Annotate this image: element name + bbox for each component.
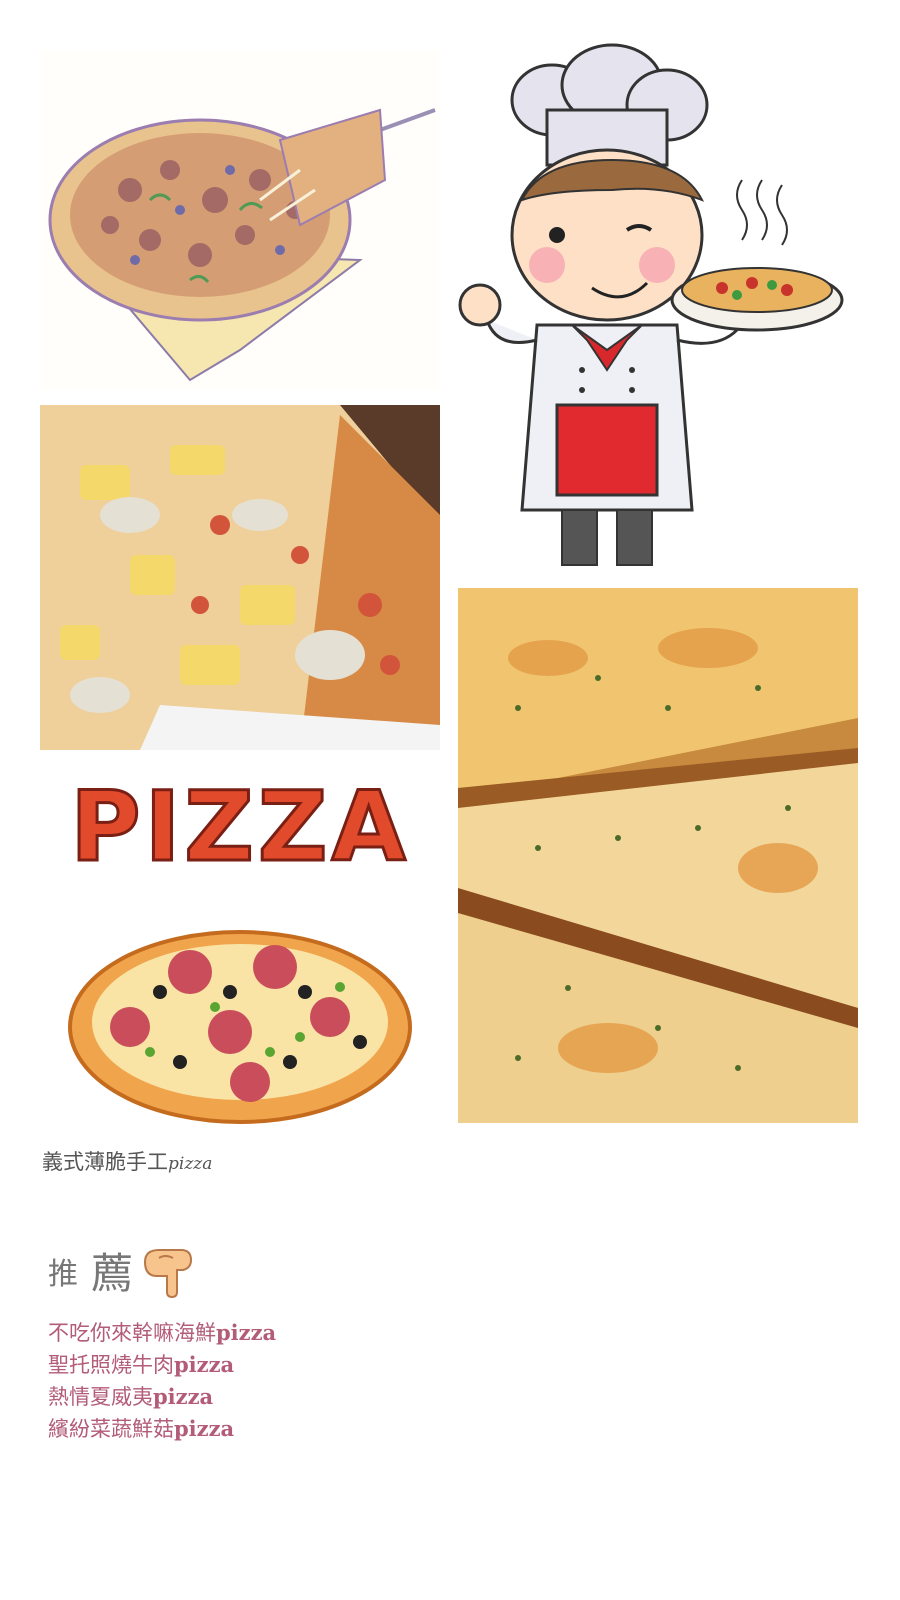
- caption-latin: pizza: [168, 1154, 213, 1174]
- chef-image: [452, 40, 852, 570]
- recommend-label-big: 薦: [91, 1249, 134, 1298]
- list-item: 繽紛菜蔬鮮菇pizza: [48, 1416, 235, 1441]
- hawaiian-pizza-photo-art: [40, 405, 440, 750]
- pizza-lettering: PIZZA: [70, 771, 410, 883]
- list-item: 聖托照燒牛肉pizza: [48, 1352, 235, 1377]
- cheese-pizza-photo: [458, 588, 858, 1123]
- pizza-sketch-image: [40, 50, 440, 390]
- recommend-heading: 推 薦: [48, 1240, 197, 1301]
- caption: 義式薄脆手工pizza: [42, 1146, 212, 1176]
- chef-with-pizza-illustration: [452, 40, 852, 570]
- list-item: 不吃你來幹嘛海鮮pizza: [48, 1320, 277, 1345]
- pointing-hand-icon: [144, 1248, 193, 1298]
- list-item: 熱情夏威夷pizza: [48, 1384, 214, 1409]
- recommend-label-small: 推: [48, 1256, 79, 1292]
- pizza-word-and-cartoon-pizza: PIZZA: [40, 762, 440, 1128]
- recommend-list: 不吃你來幹嘛海鮮pizza 聖托照燒牛肉pizza 熱情夏威夷pizza 繽紛菜…: [48, 1317, 276, 1445]
- caption-chinese: 義式薄脆手工: [42, 1150, 168, 1174]
- cheese-pizza-closeup-photo-art: [458, 588, 858, 1123]
- pizza-cartoon-image: PIZZA: [40, 762, 440, 1128]
- hawaiian-pizza-photo: [40, 405, 440, 750]
- pizza-sketch-illustration: [40, 50, 440, 390]
